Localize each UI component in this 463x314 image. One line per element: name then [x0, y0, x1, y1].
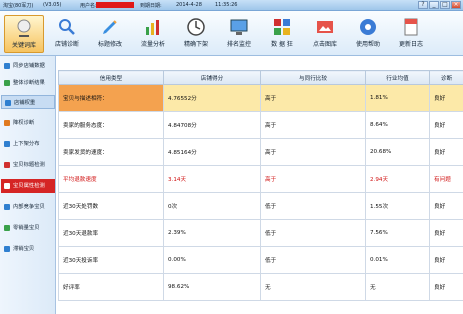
tool-label: 使用帮助 — [355, 41, 380, 48]
window-controls: ? _ □ × — [418, 1, 461, 9]
sidebar-item-overall-result[interactable]: 整体诊断结果 — [1, 76, 55, 90]
click-gallery-icon — [317, 21, 333, 33]
distribution-icon — [4, 141, 10, 147]
tool-label: 数 据 狂 — [271, 41, 293, 48]
sidebar-item-attribute-check[interactable]: 宝贝属性检测 — [1, 179, 55, 193]
attribute-check-icon — [4, 183, 10, 189]
tool-shop-diagnosis[interactable]: 店铺诊断 — [47, 15, 87, 53]
tool-label: 店铺诊断 — [54, 41, 79, 48]
tool-label: 标题修改 — [97, 41, 122, 48]
header-diagnosis[interactable]: 诊断 — [429, 70, 463, 85]
demotion-icon — [4, 120, 10, 126]
table-row[interactable]: 宝贝与描述相符： 4.76552分 高于 1.81% 良好 — [58, 84, 463, 112]
sidebar-item-demotion-diagnosis[interactable]: 降权诊断 — [1, 116, 55, 130]
shop-diagnosis-icon — [59, 19, 75, 35]
user-label: 用户名: — [80, 3, 97, 9]
sidebar: 同步店铺数据 整体诊断结果 店铺权重 降权诊断 上下架分布 宝贝标题检测 宝贝属… — [0, 56, 56, 314]
tool-label: 精确下架 — [183, 41, 208, 48]
sync-icon — [4, 63, 10, 69]
tool-title-edit[interactable]: 标题修改 — [90, 15, 130, 53]
competition-icon — [4, 204, 10, 210]
sidebar-item-zero-sales[interactable]: 零销量宝贝 — [1, 221, 55, 235]
help-window-button[interactable]: ? — [418, 1, 428, 9]
table-row[interactable]: 近30天处罚数 0次 低于 1.55次 良好 — [58, 192, 463, 220]
tool-label: 流量分析 — [140, 41, 165, 48]
tool-help[interactable]: 使用帮助 — [348, 15, 388, 53]
traffic-analysis-icon — [146, 20, 159, 35]
sidebar-item-slow-moving[interactable]: 滞销宝贝 — [1, 242, 55, 256]
sidebar-item-listing-distribution[interactable]: 上下架分布 — [1, 137, 55, 151]
tool-click-gallery[interactable]: 点击图库 — [305, 15, 345, 53]
tool-label: 排名监控 — [226, 41, 251, 48]
tool-label: 更新日志 — [398, 41, 423, 48]
tool-label: 点击图库 — [312, 41, 337, 48]
tool-update-log[interactable]: 更新日志 — [391, 15, 431, 53]
table-row[interactable]: 卖家发货的速度： 4.85164分 高于 20.68% 良好 — [58, 138, 463, 166]
sidebar-item-internal-competition[interactable]: 内部竞争宝贝 — [1, 200, 55, 214]
tool-data[interactable]: 数 据 狂 — [262, 15, 302, 53]
rank-monitor-icon — [230, 19, 248, 35]
close-button[interactable]: × — [451, 1, 461, 9]
tool-keyword-db[interactable]: 关键词库 — [4, 15, 44, 53]
update-log-icon — [404, 18, 418, 36]
tool-traffic-analysis[interactable]: 流量分析 — [133, 15, 173, 53]
zero-sales-icon — [4, 225, 10, 231]
table-row[interactable]: 卖家的服务态度： 4.84708分 高于 8.64% 良好 — [58, 111, 463, 139]
header-credit-type[interactable]: 信用类型 — [58, 70, 164, 85]
slow-moving-icon — [4, 246, 10, 252]
help-icon — [360, 19, 376, 35]
table-row[interactable]: 近30天退款率 2.39% 低于 7.56% 良好 — [58, 219, 463, 247]
table-row[interactable]: 近30天投诉率 0.00% 低于 0.01% 良好 — [58, 246, 463, 274]
title-bar: 淘宝(80军刀) (V3.05) 用户名: 到期日期: 2014-4-28 11… — [0, 0, 463, 11]
expire-label: 到期日期: — [140, 3, 162, 9]
table-header-row: 信用类型 店铺得分 与同行比较 行业均值 诊断 — [58, 70, 463, 85]
precise-delist-icon — [187, 18, 205, 36]
data-icon — [274, 19, 290, 35]
weight-icon — [5, 100, 11, 106]
sidebar-item-title-check[interactable]: 宝贝标题检测 — [1, 158, 55, 172]
title-edit-icon — [103, 20, 117, 34]
main-toolbar: 关键词库 店铺诊断 标题修改 流量分析 精确下架 排名监控 数 据 狂 点击图库… — [0, 11, 463, 56]
header-industry-avg[interactable]: 行业均值 — [365, 70, 430, 85]
app-title: 淘宝(80军刀) — [3, 3, 34, 9]
tool-label: 关键词库 — [11, 42, 36, 49]
shop-score-panel: 信用类型 店铺得分 与同行比较 行业均值 诊断 宝贝与描述相符： 4.76552分… — [58, 56, 463, 314]
sidebar-item-shop-weight[interactable]: 店铺权重 — [1, 95, 55, 109]
minimize-button[interactable]: _ — [429, 1, 439, 9]
shop-score-table: 信用类型 店铺得分 与同行比较 行业均值 诊断 宝贝与描述相符： 4.76552分… — [58, 70, 463, 301]
expire-date: 2014-4-28 — [176, 2, 202, 8]
header-peer-compare[interactable]: 与同行比较 — [260, 70, 366, 85]
table-row[interactable]: 好评率 98.62% 无无良好 — [58, 273, 463, 301]
sidebar-item-sync-shop-data[interactable]: 同步店铺数据 — [1, 59, 55, 73]
tool-rank-monitor[interactable]: 排名监控 — [219, 15, 259, 53]
table-row[interactable]: 平均退款速度 3.14天 高于 2.94天 有问题 — [58, 165, 463, 193]
app-version: (V3.05) — [43, 2, 62, 8]
header-shop-score[interactable]: 店铺得分 — [163, 70, 261, 85]
username-redacted — [96, 2, 134, 8]
maximize-button[interactable]: □ — [440, 1, 450, 9]
result-icon — [4, 80, 10, 86]
keyword-db-icon — [17, 19, 31, 37]
tool-precise-delist[interactable]: 精确下架 — [176, 15, 216, 53]
title-check-icon — [4, 162, 10, 168]
expire-time: 11:35:26 — [215, 2, 238, 8]
